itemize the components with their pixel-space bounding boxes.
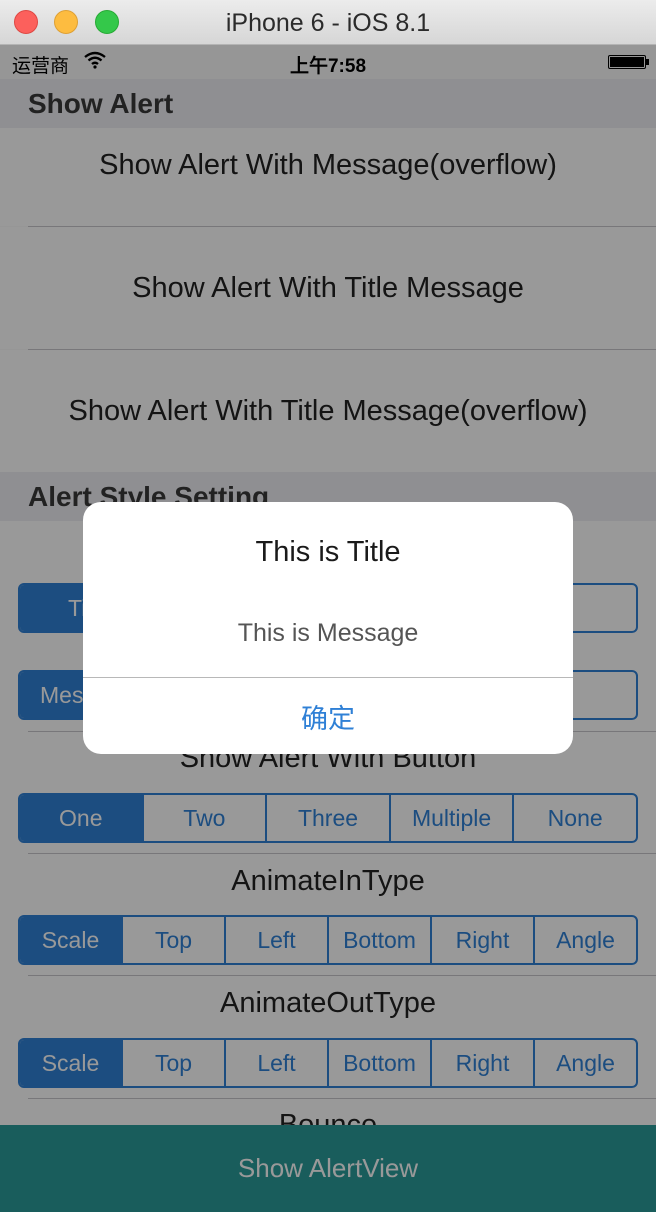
alert-title: This is Title <box>255 536 401 568</box>
alert-dialog: This is Title This is Message 确定 <box>83 502 573 754</box>
window-titlebar: iPhone 6 - iOS 8.1 <box>0 0 656 45</box>
window-title: iPhone 6 - iOS 8.1 <box>225 9 431 37</box>
phone-screen: 运营商 上午7:58 Show Alert Show Alert With Me… <box>0 45 656 1212</box>
alert-confirm-button[interactable]: 确定 <box>83 678 573 754</box>
alert-message: This is Message <box>237 619 419 647</box>
